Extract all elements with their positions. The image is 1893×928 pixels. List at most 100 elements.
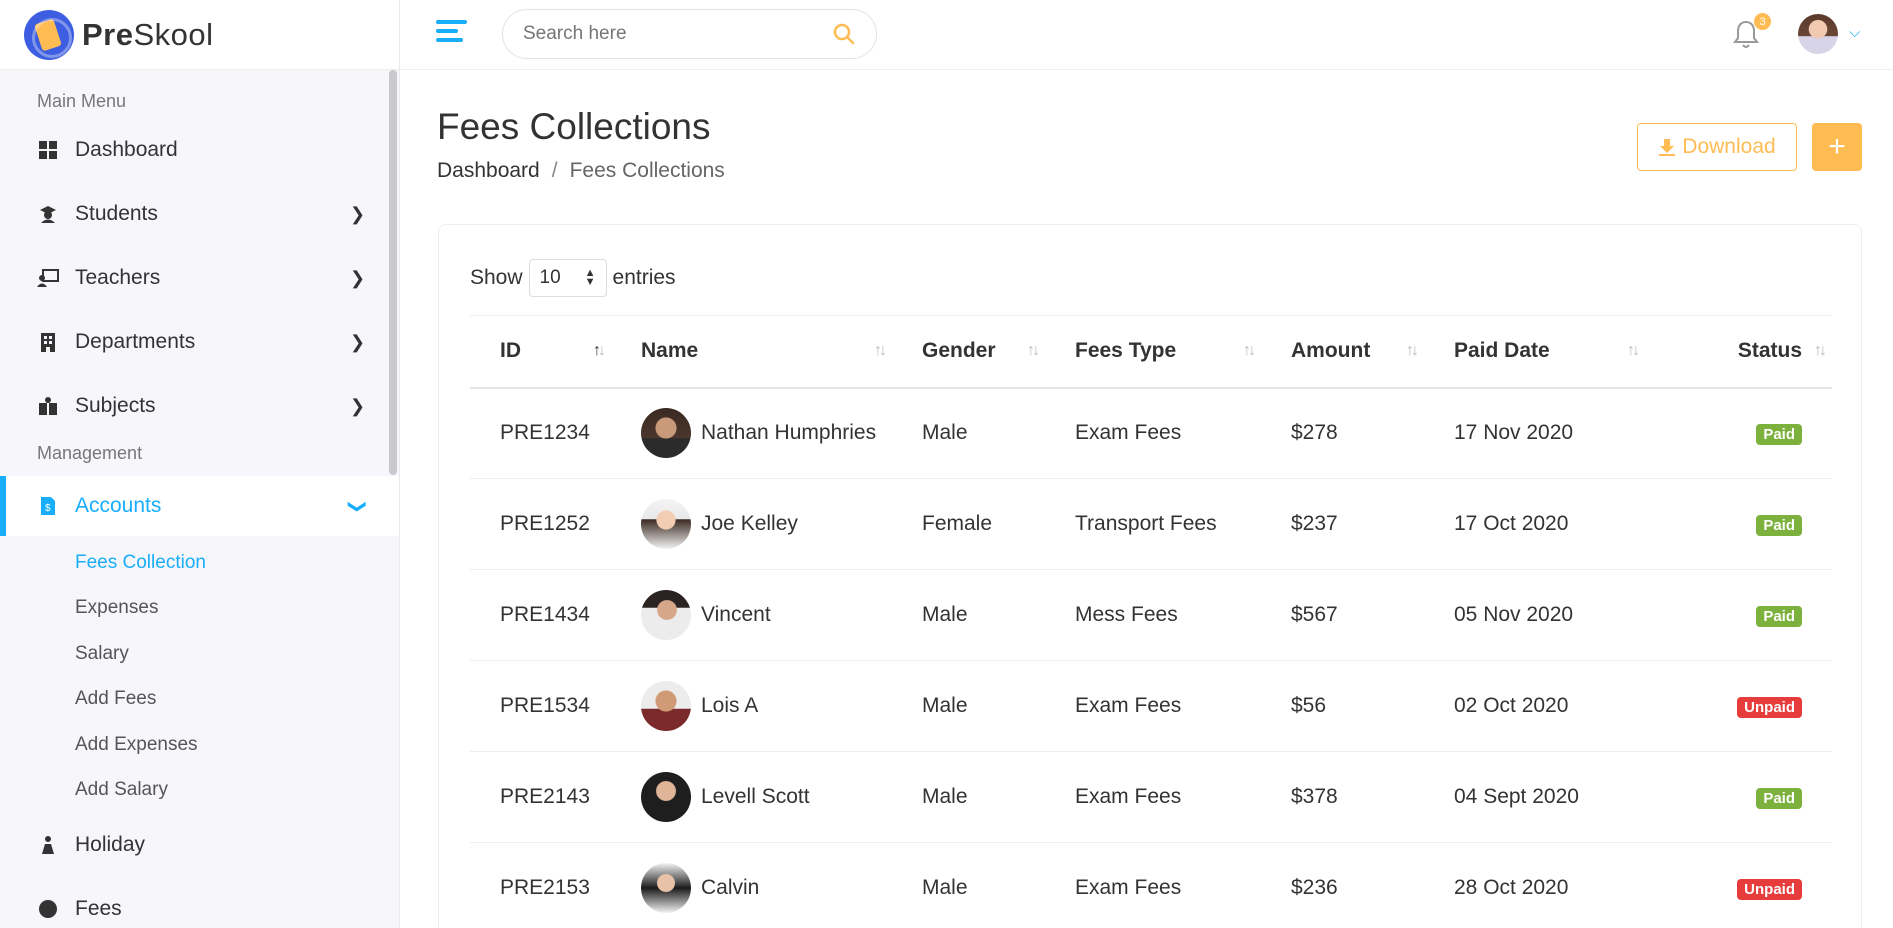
fees-table-card: Show 10 ▲ ▼ entries ID ↑↓ Name ↑↓ Gender ↑↓ … xyxy=(438,224,1862,928)
column-header-name[interactable]: Name ↑↓ xyxy=(611,316,892,388)
table-row[interactable]: PRE1534 Lois A Male Exam Fees $56 02 Oct 2020… xyxy=(470,661,1832,752)
sort-icon[interactable]: ↑↓ xyxy=(874,342,887,360)
avatar[interactable] xyxy=(641,772,691,822)
dashboard-icon xyxy=(37,139,59,161)
cell-gender: Male xyxy=(922,694,968,717)
sidebar-item-accounts[interactable]: $ Accounts ❯ xyxy=(0,476,399,536)
entries-select[interactable]: 10 ▲ ▼ xyxy=(528,259,607,297)
cell-name: Levell Scott xyxy=(611,752,892,843)
user-avatar[interactable] xyxy=(1798,14,1838,54)
cell-status: Unpaid xyxy=(1645,843,1832,928)
cell-status: Unpaid xyxy=(1645,661,1832,752)
show-label: Show xyxy=(470,266,523,289)
cell-amount: $567 xyxy=(1291,603,1338,626)
student-name-link[interactable]: Levell Scott xyxy=(701,785,810,809)
top-header: 3 ⌵ xyxy=(400,0,1893,70)
cell-id: PRE1234 xyxy=(500,421,590,445)
show-entries: Show 10 ▲ ▼ entries xyxy=(470,259,676,297)
sort-icon[interactable]: ↑↓ xyxy=(1814,342,1827,360)
sidebar-item-subjects[interactable]: Subjects ❯ xyxy=(0,374,399,438)
table-row[interactable]: PRE1234 Nathan Humphries Male Exam Fees $278… xyxy=(470,388,1832,479)
sort-icon[interactable]: ↑↓ xyxy=(1243,342,1256,360)
sidebar-item-dashboard[interactable]: Dashboard xyxy=(0,118,399,182)
cell-id: PRE1534 xyxy=(500,694,590,717)
cell-id: PRE2143 xyxy=(500,785,590,808)
breadcrumb-home[interactable]: Dashboard xyxy=(437,159,540,183)
avatar[interactable] xyxy=(641,499,691,549)
notification-badge: 3 xyxy=(1754,13,1771,30)
cell-fees-type: Mess Fees xyxy=(1075,603,1178,626)
column-header-paid-date[interactable]: Paid Date ↑↓ xyxy=(1424,316,1645,388)
chevron-right-icon: ❯ xyxy=(350,203,366,224)
submenu-expenses[interactable]: Expenses xyxy=(0,586,399,632)
student-name-link[interactable]: Joe Kelley xyxy=(701,512,798,536)
cell-id: PRE1252 xyxy=(500,512,590,535)
cell-gender: Male xyxy=(922,421,968,445)
sidebar-item-holiday[interactable]: Holiday xyxy=(0,813,399,877)
sidebar-item-students[interactable]: Students ❯ xyxy=(0,182,399,246)
cell-amount: $236 xyxy=(1291,876,1338,899)
cell-amount: $378 xyxy=(1291,785,1338,808)
add-button[interactable]: + xyxy=(1812,123,1862,171)
cell-name: Calvin xyxy=(611,843,892,928)
table-row[interactable]: PRE1434 Vincent Male Mess Fees $567 05 Nov 20… xyxy=(470,570,1832,661)
student-name-link[interactable]: Vincent xyxy=(701,603,771,627)
cell-fees-type: Exam Fees xyxy=(1075,694,1182,717)
status-badge: Paid xyxy=(1756,788,1802,809)
column-header-id[interactable]: ID ↑↓ xyxy=(470,316,611,388)
status-badge: Paid xyxy=(1756,515,1802,536)
student-name-link[interactable]: Nathan Humphries xyxy=(701,421,876,445)
submenu-add-expenses[interactable]: Add Expenses xyxy=(0,722,399,768)
chevron-down-icon[interactable]: ⌵ xyxy=(1849,24,1860,41)
table-row[interactable]: PRE2143 Levell Scott Male Exam Fees $378 04 S… xyxy=(470,752,1832,843)
menu-section-main: Main Menu xyxy=(37,90,127,111)
student-name-link[interactable]: Calvin xyxy=(701,876,759,900)
sort-icon[interactable]: ↑↓ xyxy=(1406,342,1419,360)
cell-status: Paid xyxy=(1645,752,1832,843)
cell-paid-date: 05 Nov 2020 xyxy=(1454,603,1574,626)
sidebar-item-teachers[interactable]: Teachers ❯ xyxy=(0,246,399,310)
submenu-add-salary[interactable]: Add Salary xyxy=(0,768,399,814)
download-button[interactable]: Download xyxy=(1637,123,1797,171)
avatar[interactable] xyxy=(641,863,691,913)
submenu-add-fees[interactable]: Add Fees xyxy=(0,677,399,723)
table-row[interactable]: PRE2153 Calvin Male Exam Fees $236 28 Oct 202… xyxy=(470,843,1832,928)
sidebar-item-departments[interactable]: Departments ❯ xyxy=(0,310,399,374)
coin-icon xyxy=(37,898,59,920)
cell-fees-type: Exam Fees xyxy=(1075,421,1182,445)
column-header-fees-type[interactable]: Fees Type ↑↓ xyxy=(1045,316,1261,388)
column-header-amount[interactable]: Amount ↑↓ xyxy=(1261,316,1424,388)
brand-logo[interactable]: PreSkool xyxy=(0,0,399,70)
status-badge: Paid xyxy=(1756,606,1802,627)
search-icon[interactable] xyxy=(833,23,855,45)
download-icon xyxy=(1659,139,1676,156)
cell-id: PRE1434 xyxy=(500,603,590,626)
column-header-gender[interactable]: Gender ↑↓ xyxy=(892,316,1045,388)
avatar[interactable] xyxy=(641,681,691,731)
avatar[interactable] xyxy=(641,590,691,640)
student-name-link[interactable]: Lois A xyxy=(701,694,758,718)
submenu-fees-collection[interactable]: Fees Collection xyxy=(0,540,399,586)
sort-icon[interactable]: ↑↓ xyxy=(1627,342,1640,360)
page-title: Fees Collections xyxy=(437,106,711,147)
sort-icon[interactable]: ↑↓ xyxy=(1027,342,1040,360)
sidebar-item-label: Departments xyxy=(75,330,196,353)
sidebar-item-label: Accounts xyxy=(75,494,162,517)
menu-toggle-icon[interactable] xyxy=(436,20,467,48)
sidebar-item-label: Students xyxy=(75,202,158,225)
sidebar-item-label: Subjects xyxy=(75,394,156,417)
cell-id: PRE2153 xyxy=(500,876,590,899)
submenu-salary[interactable]: Salary xyxy=(0,631,399,677)
cell-fees-type: Exam Fees xyxy=(1075,876,1182,899)
table-row[interactable]: PRE1252 Joe Kelley Female Transport Fees $23… xyxy=(470,479,1832,570)
select-arrows-icon: ▲ ▼ xyxy=(584,267,596,288)
cell-gender: Male xyxy=(922,785,968,808)
avatar[interactable] xyxy=(641,408,691,459)
search-input[interactable] xyxy=(502,9,877,59)
cell-amount: $56 xyxy=(1291,694,1327,717)
sidebar-item-fees[interactable]: Fees xyxy=(0,877,399,928)
column-header-status[interactable]: Status ↑↓ xyxy=(1645,316,1832,388)
sort-icon[interactable]: ↑↓ xyxy=(593,342,606,360)
chevron-right-icon: ❯ xyxy=(350,267,366,288)
cell-amount: $237 xyxy=(1291,512,1338,535)
